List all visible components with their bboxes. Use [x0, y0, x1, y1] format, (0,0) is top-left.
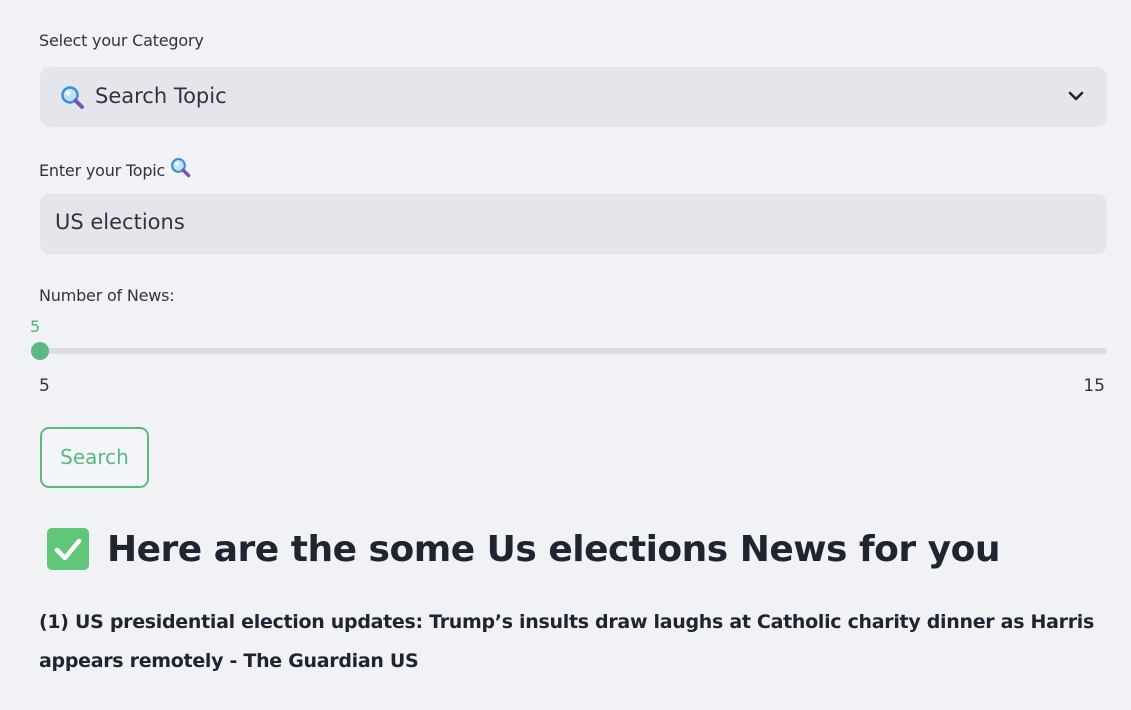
- slider-min-label: 5: [39, 376, 50, 396]
- app-main: Select your Category Search Topic Enter …: [0, 0, 1131, 710]
- topic-input-value: US elections: [55, 210, 185, 234]
- category-selected-value: Search Topic: [95, 84, 227, 108]
- news-count-slider-track[interactable]: [40, 348, 1107, 354]
- results-heading-text: Here are the some Us elections News for …: [107, 528, 1001, 570]
- topic-label: Enter your Topic: [39, 157, 192, 183]
- category-label: Select your Category: [39, 31, 204, 50]
- results-heading: Here are the some Us elections News for …: [47, 525, 1001, 573]
- category-select[interactable]: Search Topic: [40, 67, 1107, 127]
- search-button[interactable]: Search: [40, 427, 149, 488]
- slider-max-label: 15: [1083, 376, 1105, 396]
- magnifying-glass-icon: [170, 157, 192, 183]
- news-count-slider-thumb[interactable]: [31, 342, 49, 360]
- news-list-item: (1) US presidential election updates: Tr…: [39, 611, 1095, 672]
- topic-label-text: Enter your Topic: [39, 161, 166, 180]
- magnifying-glass-icon: [60, 85, 86, 115]
- check-mark-icon: [47, 528, 89, 570]
- slider-current-value: 5: [30, 317, 41, 336]
- news-count-label: Number of News:: [39, 286, 175, 305]
- chevron-down-icon[interactable]: [1067, 87, 1085, 109]
- topic-input[interactable]: US elections: [40, 194, 1107, 254]
